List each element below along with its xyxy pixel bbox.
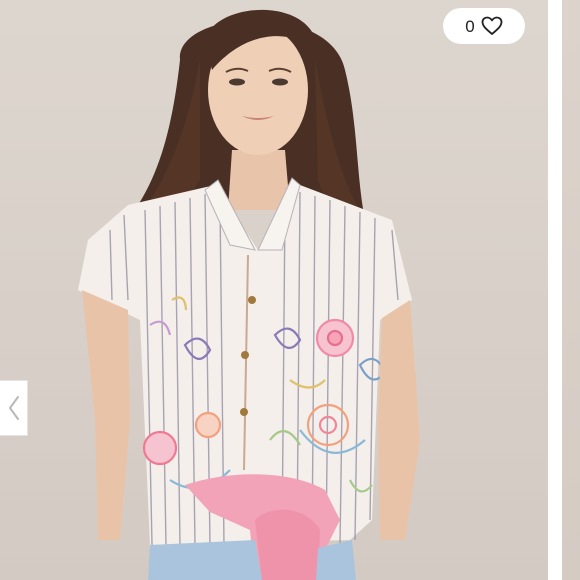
next-photo-preview[interactable] <box>562 0 580 580</box>
heart-outline-icon <box>481 16 503 36</box>
gallery-divider <box>548 0 562 580</box>
like-button[interactable]: 0 <box>443 8 525 44</box>
like-count: 0 <box>465 16 475 36</box>
photo-gallery: 0 <box>0 0 580 580</box>
model-illustration <box>78 9 420 580</box>
chevron-left-icon <box>7 395 21 421</box>
product-photo[interactable] <box>0 0 548 580</box>
previous-photo-button[interactable] <box>0 380 28 436</box>
